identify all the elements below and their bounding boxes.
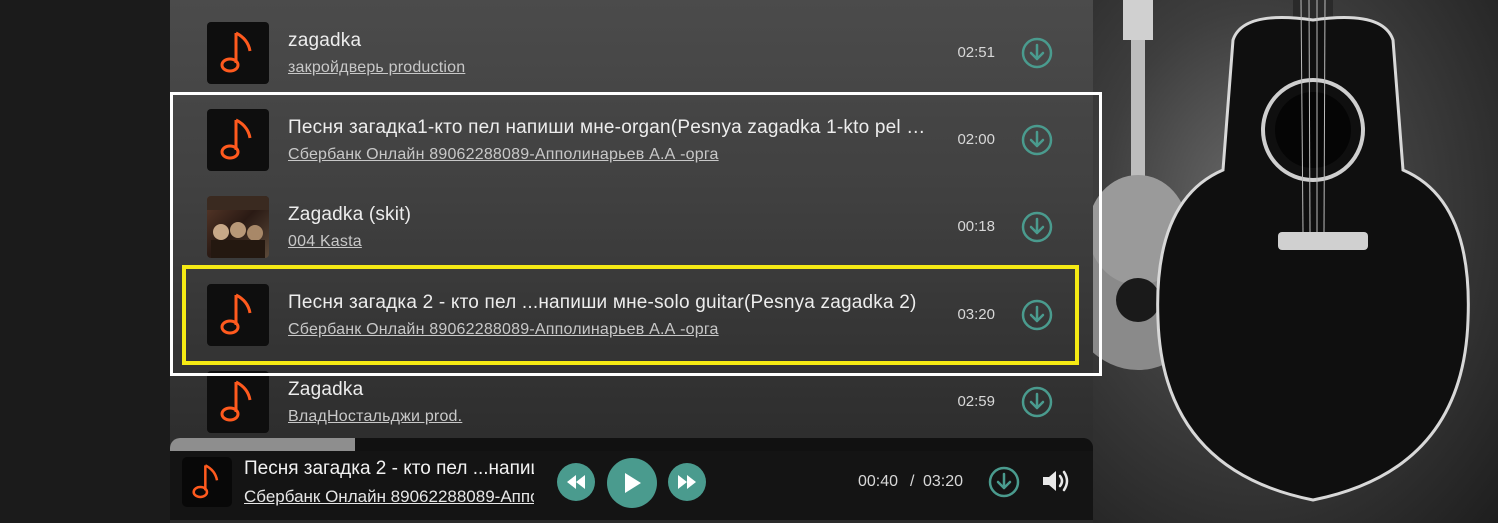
player-cover xyxy=(182,457,232,507)
music-note-icon xyxy=(220,31,252,73)
previous-button[interactable] xyxy=(557,463,595,501)
download-icon[interactable] xyxy=(1021,386,1053,418)
download-icon[interactable] xyxy=(1021,37,1053,69)
player-artist-link[interactable]: Сбербанк Онлайн 89062288089-Апполинарьев… xyxy=(244,487,534,507)
play-button[interactable] xyxy=(607,458,657,508)
progress-fill xyxy=(170,438,355,451)
current-time: 00:40 xyxy=(858,473,899,490)
rewind-icon xyxy=(567,475,585,489)
audio-player: Песня загадка 2 - кто пел ...напиши мне-… xyxy=(170,438,1093,520)
track-duration: 02:59 xyxy=(957,393,995,410)
total-time: 03:20 xyxy=(923,473,964,490)
track-title[interactable]: zagadka xyxy=(288,30,938,52)
progress-bar[interactable] xyxy=(170,438,1093,451)
track-artist-link[interactable]: ВладНостальджи prod. xyxy=(288,408,462,426)
track-duration: 02:51 xyxy=(957,44,995,61)
music-note-icon xyxy=(192,464,219,499)
time-separator: / xyxy=(910,473,915,490)
volume-icon[interactable] xyxy=(1041,468,1071,494)
track-cover xyxy=(207,22,269,84)
highlight-box-yellow xyxy=(182,265,1079,365)
music-note-icon xyxy=(220,380,252,422)
guitar-background-image xyxy=(1093,0,1498,523)
track-title[interactable]: Zagadka xyxy=(288,379,938,401)
track-artist-link[interactable]: закройдверь production xyxy=(288,59,465,77)
track-row[interactable]: zagadka закройдверь production 02:51 xyxy=(170,0,1093,87)
left-background xyxy=(0,0,170,523)
next-button[interactable] xyxy=(668,463,706,501)
download-icon[interactable] xyxy=(988,466,1020,498)
play-icon xyxy=(625,473,641,493)
player-track-title: Песня загадка 2 - кто пел ...напиши мне-… xyxy=(244,458,534,479)
track-cover xyxy=(207,371,269,433)
fast-forward-icon xyxy=(678,475,696,489)
